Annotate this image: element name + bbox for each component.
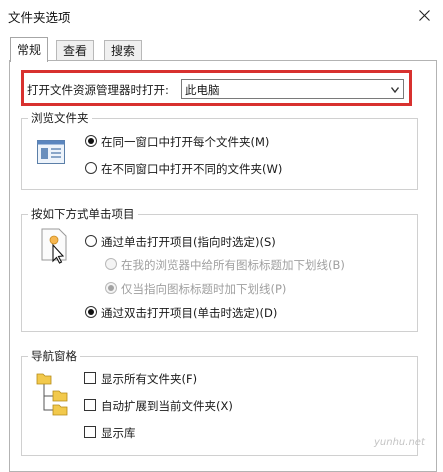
chevron-down-icon — [391, 87, 399, 93]
pointer-icon — [41, 228, 67, 264]
tab-general[interactable]: 常规 — [10, 37, 49, 62]
close-button[interactable] — [406, 0, 443, 30]
radio-underline-all[interactable] — [105, 258, 117, 270]
checkbox-show-libraries-label: 显示库 — [101, 426, 136, 440]
radio-new-window-label: 在不同窗口中打开不同的文件夹(W) — [101, 162, 283, 176]
close-icon — [419, 9, 430, 21]
window-icon — [37, 140, 65, 164]
browse-folders-group — [21, 118, 418, 190]
tab-search[interactable]: 搜索 — [104, 40, 143, 61]
open-explorer-select[interactable]: 此电脑 — [181, 79, 404, 99]
checkbox-show-all-folders[interactable] — [84, 372, 96, 384]
browse-folders-title: 浏览文件夹 — [28, 110, 92, 126]
radio-new-window[interactable] — [85, 162, 97, 174]
radio-double-click-label: 通过双击打开项目(单击时选定)(D) — [101, 306, 278, 320]
watermark: yunhu.net — [374, 437, 425, 448]
nav-pane-title: 导航窗格 — [28, 348, 80, 364]
open-explorer-value: 此电脑 — [185, 83, 220, 97]
radio-single-click[interactable] — [85, 235, 97, 247]
radio-underline-point-label: 仅当指向图标标题时加下划线(P) — [121, 282, 287, 296]
tab-view[interactable]: 查看 — [56, 40, 95, 61]
radio-underline-point[interactable] — [105, 282, 117, 294]
folder-tree-icon — [36, 373, 68, 416]
checkbox-expand-current[interactable] — [84, 399, 96, 411]
checkbox-show-libraries[interactable] — [84, 426, 96, 438]
checkbox-show-all-folders-label: 显示所有文件夹(F) — [101, 372, 198, 386]
radio-single-click-label: 通过单击打开项目(指向时选定)(S) — [101, 235, 276, 249]
open-explorer-label: 打开文件资源管理器时打开: — [27, 83, 169, 97]
click-items-title: 按如下方式单击项目 — [28, 206, 138, 222]
radio-underline-all-label: 在我的浏览器中给所有图标标题加下划线(B) — [121, 258, 345, 272]
radio-same-window[interactable] — [85, 135, 97, 147]
radio-same-window-label: 在同一窗口中打开每个文件夹(M) — [101, 135, 270, 149]
window-title: 文件夹选项 — [8, 10, 71, 25]
checkbox-expand-current-label: 自动扩展到当前文件夹(X) — [101, 399, 233, 413]
radio-double-click[interactable] — [85, 306, 97, 318]
